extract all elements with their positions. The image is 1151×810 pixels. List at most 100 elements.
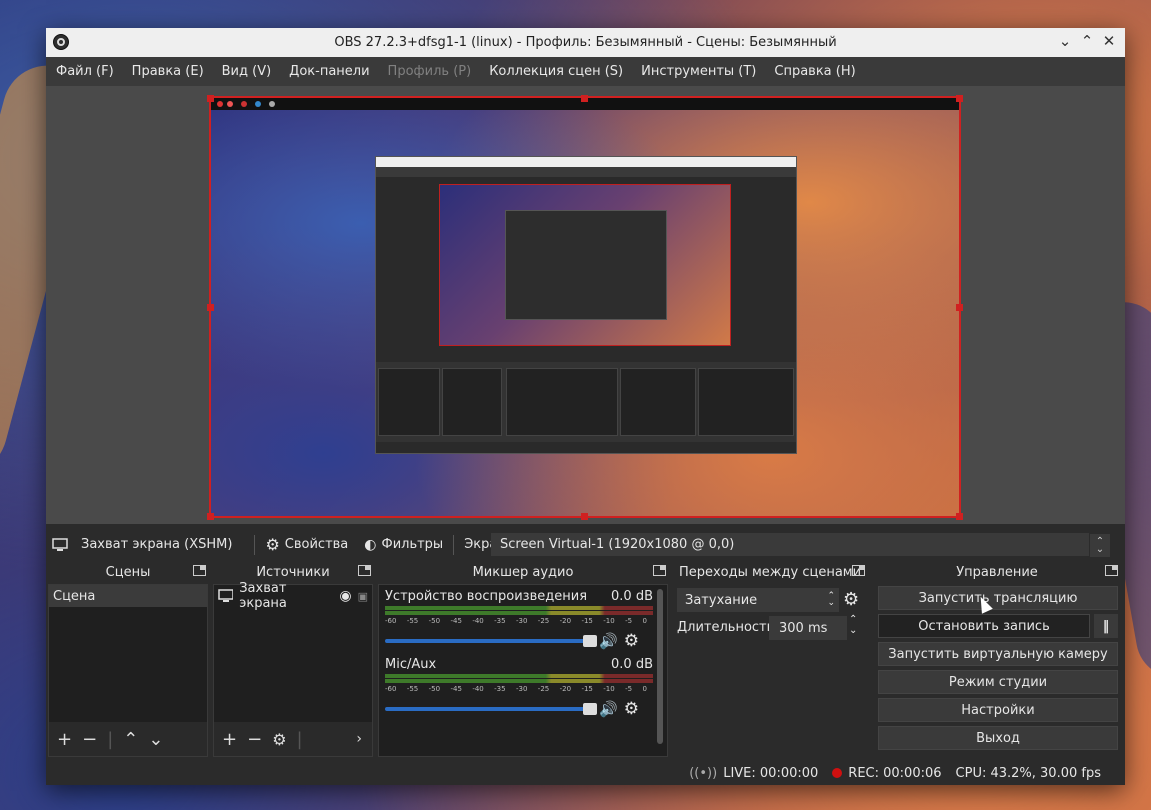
source-toolbar: Захват экрана (XSHM) ⚙ Свойства ◐ Фильтр… xyxy=(46,530,1125,559)
mixer-channel: Mic/Aux 0.0 dB -60 -55 -50 -45 -40 -35 -30 -25-… xyxy=(385,655,653,719)
mixer-scrollbar[interactable] xyxy=(657,589,663,744)
rec-time: REC: 00:00:06 xyxy=(848,765,942,781)
volume-slider[interactable] xyxy=(385,635,597,647)
toolbar-divider xyxy=(453,534,455,555)
source-indicator: Захват экрана (XSHM) xyxy=(52,537,232,552)
volume-meter xyxy=(385,611,653,615)
obs-logo-icon xyxy=(53,34,69,50)
transitions-body: Затухание ⌃ ⌄ ⚙ Длительность 300 ms ⌃ ⌄ xyxy=(673,584,867,757)
eye-icon[interactable]: ◉ xyxy=(339,588,351,604)
preview-canvas[interactable] xyxy=(209,96,961,518)
sources-footer: + − ⚙ | › xyxy=(214,722,372,756)
live-time: LIVE: 00:00:00 xyxy=(723,765,819,781)
resize-handle[interactable] xyxy=(956,95,963,102)
rec-status: REC: 00:00:06 xyxy=(832,765,942,781)
volume-slider-handle[interactable] xyxy=(583,635,597,647)
meter-ticks: -60 -55 -50 -45 -40 -35 -30 -25 -20 -15 -10 -5 0 xyxy=(385,617,647,625)
title-bar: OBS 27.2.3+dfsg1-1 (linux) - Профиль: Бе… xyxy=(46,28,1125,57)
undock-icon[interactable] xyxy=(193,565,206,576)
start-stream-button[interactable]: Запустить трансляцию xyxy=(878,586,1118,610)
gear-icon[interactable]: ⚙ xyxy=(624,699,639,719)
menu-view[interactable]: Вид (V) xyxy=(214,64,280,79)
duration-input[interactable]: 300 ms xyxy=(769,616,847,640)
menu-file[interactable]: Файл (F) xyxy=(48,64,122,79)
menu-tools[interactable]: Инструменты (T) xyxy=(633,64,764,79)
duration-label: Длительность xyxy=(677,620,775,635)
scenes-dock-title: Сцены xyxy=(46,562,210,582)
undock-icon[interactable] xyxy=(358,565,371,576)
gear-icon[interactable]: ⚙ xyxy=(624,631,639,651)
properties-button[interactable]: ⚙ Свойства xyxy=(265,535,348,554)
add-icon[interactable]: + xyxy=(222,729,237,750)
minimize-icon[interactable]: ⌄ xyxy=(1055,32,1075,50)
transitions-title: Переходы между сценами xyxy=(678,564,862,580)
undock-icon[interactable] xyxy=(1105,565,1118,576)
lock-icon[interactable]: ▣ xyxy=(358,590,368,603)
chevron-right-icon[interactable]: › xyxy=(356,731,362,747)
stop-recording-button[interactable]: Остановить запись xyxy=(878,614,1090,638)
channel-level: 0.0 dB xyxy=(611,588,653,604)
filters-button[interactable]: ◐ Фильтры xyxy=(364,537,443,553)
menu-profile[interactable]: Профиль (P) xyxy=(380,64,480,79)
gear-icon[interactable]: ⚙ xyxy=(843,589,859,610)
start-virtualcam-button[interactable]: Запустить виртуальную камеру xyxy=(878,642,1118,666)
speaker-icon[interactable]: 🔊 xyxy=(599,700,618,718)
broadcast-icon: ((•)) xyxy=(689,765,718,781)
live-status: ((•)) LIVE: 00:00:00 xyxy=(689,766,818,781)
scenes-footer: + − | ⌃ ⌄ xyxy=(49,722,207,756)
resize-handle[interactable] xyxy=(581,513,588,520)
add-icon[interactable]: + xyxy=(57,729,72,750)
menu-docks[interactable]: Док-панели xyxy=(281,64,377,79)
monitor-icon xyxy=(52,537,68,551)
mixer-dock-title: Микшер аудио xyxy=(376,562,670,582)
screen-select[interactable]: Screen Virtual-1 (1920x1080 @ 0,0) ⌃ ⌄ xyxy=(491,533,1110,557)
channel-level: 0.0 dB xyxy=(611,656,653,672)
filters-label: Фильтры xyxy=(381,537,444,552)
volume-slider[interactable] xyxy=(385,703,597,715)
move-up-icon[interactable]: ⌃ xyxy=(123,729,138,750)
resize-handle[interactable] xyxy=(207,304,214,311)
move-down-icon[interactable]: ⌄ xyxy=(148,729,163,750)
resize-handle[interactable] xyxy=(207,95,214,102)
transition-select[interactable]: Затухание ⌃ ⌄ xyxy=(677,588,839,612)
resize-handle[interactable] xyxy=(581,95,588,102)
remove-icon[interactable]: − xyxy=(82,729,97,750)
close-icon[interactable]: ✕ xyxy=(1099,32,1119,50)
pause-recording-button[interactable]: ‖ xyxy=(1094,614,1118,638)
duration-spin-icon[interactable]: ⌃ ⌄ xyxy=(849,614,857,636)
screen-select-value: Screen Virtual-1 (1920x1080 @ 0,0) xyxy=(500,537,735,552)
undock-icon[interactable] xyxy=(653,565,666,576)
gear-icon[interactable]: ⚙ xyxy=(272,730,286,749)
volume-slider-handle[interactable] xyxy=(583,703,597,715)
menu-bar: Файл (F) Правка (E) Вид (V) Док-панели П… xyxy=(46,57,1125,87)
channel-name: Устройство воспроизведения xyxy=(385,588,588,604)
studio-mode-button[interactable]: Режим студии xyxy=(878,670,1118,694)
undock-icon[interactable] xyxy=(852,565,865,576)
source-item[interactable]: Захват экрана ◉ ▣ xyxy=(214,581,372,611)
mixer-title: Микшер аудио xyxy=(472,564,574,580)
menu-edit[interactable]: Правка (E) xyxy=(124,64,212,79)
transition-select-value: Затухание xyxy=(685,592,758,608)
source-name: Захват экрана (XSHM) xyxy=(81,537,233,552)
volume-meter xyxy=(385,679,653,683)
controls-title: Управление xyxy=(956,564,1038,580)
menu-help[interactable]: Справка (H) xyxy=(766,64,863,79)
duration-value: 300 ms xyxy=(779,620,828,636)
gear-icon: ⚙ xyxy=(265,535,280,554)
filter-icon: ◐ xyxy=(364,536,377,553)
scenes-title: Сцены xyxy=(105,564,151,580)
exit-button[interactable]: Выход xyxy=(878,726,1118,750)
settings-button[interactable]: Настройки xyxy=(878,698,1118,722)
menu-scene-collection[interactable]: Коллекция сцен (S) xyxy=(481,64,631,79)
remove-icon[interactable]: − xyxy=(247,729,262,750)
controls-dock: Управление Запустить трансляцию Останови… xyxy=(872,562,1122,759)
scene-item[interactable]: Сцена xyxy=(49,585,207,607)
pause-icon: ‖ xyxy=(1102,618,1110,634)
select-arrows-icon[interactable]: ⌃ ⌄ xyxy=(1090,534,1110,557)
maximize-icon[interactable]: ⌃ xyxy=(1077,32,1097,50)
resize-handle[interactable] xyxy=(207,513,214,520)
speaker-icon[interactable]: 🔊 xyxy=(599,632,618,650)
resize-handle[interactable] xyxy=(956,304,963,311)
cpu-status: CPU: 43.2%, 30.00 fps xyxy=(955,765,1101,781)
resize-handle[interactable] xyxy=(956,513,963,520)
